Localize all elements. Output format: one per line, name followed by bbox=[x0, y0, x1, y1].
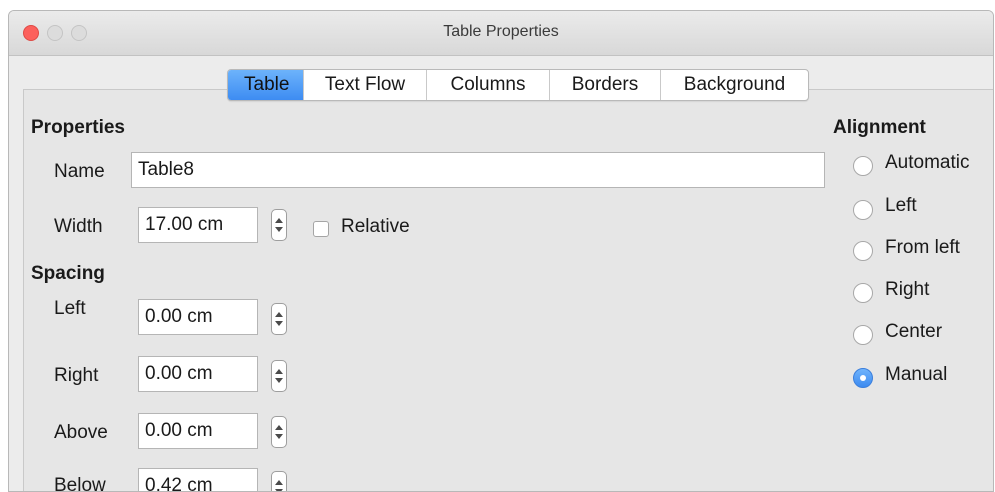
spacing-above-input[interactable]: 0.00 cm bbox=[138, 413, 258, 449]
spacing-above-label: Above bbox=[54, 422, 108, 443]
tab-background[interactable]: Background bbox=[661, 70, 808, 100]
alignment-center-radio[interactable] bbox=[853, 325, 873, 345]
width-label: Width bbox=[54, 216, 103, 237]
stepper-down-icon[interactable] bbox=[275, 227, 283, 232]
alignment-from-left-radio[interactable] bbox=[853, 241, 873, 261]
width-stepper[interactable] bbox=[271, 209, 287, 241]
spacing-left-stepper[interactable] bbox=[271, 303, 287, 335]
name-label: Name bbox=[54, 161, 105, 182]
alignment-heading: Alignment bbox=[833, 117, 926, 138]
spacing-below-stepper[interactable] bbox=[271, 471, 287, 491]
stepper-up-icon[interactable] bbox=[275, 312, 283, 317]
spacing-right-input[interactable]: 0.00 cm bbox=[138, 356, 258, 392]
stepper-up-icon[interactable] bbox=[275, 480, 283, 485]
stepper-down-icon[interactable] bbox=[275, 321, 283, 326]
properties-heading: Properties bbox=[31, 117, 125, 138]
stepper-up-icon[interactable] bbox=[275, 218, 283, 223]
stepper-down-icon[interactable] bbox=[275, 434, 283, 439]
window-title: Table Properties bbox=[443, 23, 559, 40]
width-input[interactable]: 17.00 cm bbox=[138, 207, 258, 243]
alignment-left-label: Left bbox=[885, 195, 917, 216]
relative-checkbox[interactable] bbox=[313, 221, 329, 237]
relative-label: Relative bbox=[341, 216, 410, 237]
alignment-automatic-radio[interactable] bbox=[853, 156, 873, 176]
alignment-manual-label: Manual bbox=[885, 364, 948, 385]
stepper-up-icon[interactable] bbox=[275, 369, 283, 374]
alignment-right-label: Right bbox=[885, 279, 930, 300]
spacing-below-label: Below bbox=[54, 475, 106, 492]
tab-table[interactable]: Table bbox=[228, 70, 304, 100]
alignment-automatic-label: Automatic bbox=[885, 152, 970, 173]
alignment-right-radio[interactable] bbox=[853, 283, 873, 303]
tab-bar: Table Text Flow Columns Borders Backgrou… bbox=[227, 69, 809, 101]
alignment-manual-radio[interactable] bbox=[853, 368, 873, 388]
alignment-from-left-label: From left bbox=[885, 237, 960, 258]
spacing-right-label: Right bbox=[54, 365, 99, 386]
alignment-left-radio[interactable] bbox=[853, 200, 873, 220]
spacing-right-stepper[interactable] bbox=[271, 360, 287, 392]
stepper-up-icon[interactable] bbox=[275, 425, 283, 430]
title-bar: Table Properties bbox=[9, 11, 993, 56]
tab-columns[interactable]: Columns bbox=[427, 70, 550, 100]
spacing-left-input[interactable]: 0.00 cm bbox=[138, 299, 258, 335]
tab-borders[interactable]: Borders bbox=[550, 70, 661, 100]
table-properties-dialog: Table Properties Table Text Flow Columns… bbox=[8, 10, 994, 492]
spacing-below-input[interactable]: 0.42 cm bbox=[138, 468, 258, 491]
spacing-left-label: Left bbox=[54, 298, 86, 319]
alignment-center-label: Center bbox=[885, 321, 943, 342]
name-input[interactable]: Table8 bbox=[131, 152, 825, 188]
stepper-down-icon[interactable] bbox=[275, 378, 283, 383]
tab-text-flow[interactable]: Text Flow bbox=[304, 70, 427, 100]
spacing-heading: Spacing bbox=[31, 263, 105, 284]
spacing-above-stepper[interactable] bbox=[271, 416, 287, 448]
radio-selected-dot-icon bbox=[860, 375, 866, 381]
